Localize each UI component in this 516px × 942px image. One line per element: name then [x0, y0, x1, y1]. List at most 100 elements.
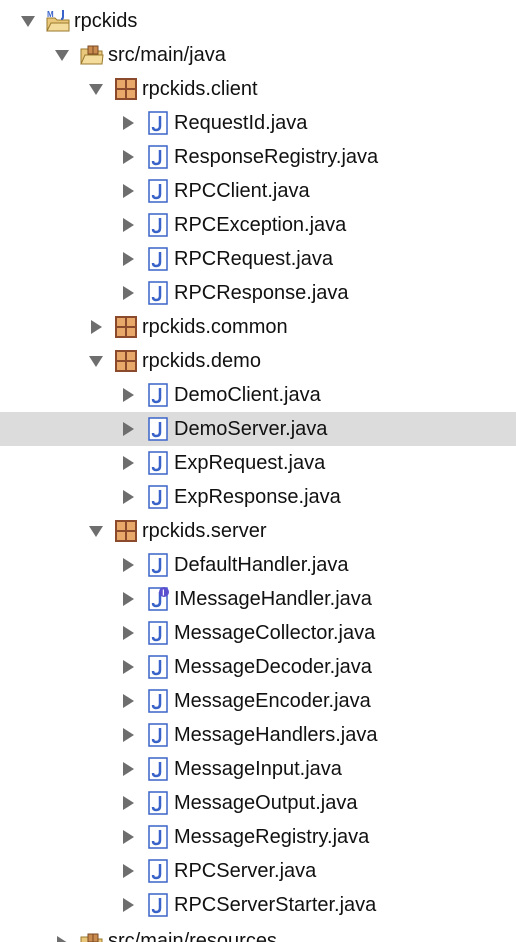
tree-item-java-file[interactable]: RequestId.java: [0, 106, 516, 140]
tree-item-java-file[interactable]: MessageEncoder.java: [0, 684, 516, 718]
java-file-label: RPCClient.java: [174, 180, 310, 202]
tree-item-source-folder-resources[interactable]: src/main/resources: [0, 922, 516, 942]
collapsed-arrow-icon[interactable]: [120, 489, 136, 505]
java-file-label: MessageRegistry.java: [174, 826, 370, 848]
source-folder-icon: [80, 45, 104, 65]
source-folder-label: src/main/java: [108, 44, 226, 66]
java-file-icon: [148, 893, 168, 917]
collapsed-arrow-icon[interactable]: [120, 387, 136, 403]
collapsed-arrow-icon[interactable]: [120, 421, 136, 437]
collapsed-arrow-icon[interactable]: [120, 727, 136, 743]
collapsed-arrow-icon[interactable]: [120, 455, 136, 471]
tree-item-java-file[interactable]: MessageHandlers.java: [0, 718, 516, 752]
java-file-icon: [148, 213, 168, 237]
tree-item-java-file[interactable]: RPCClient.java: [0, 174, 516, 208]
java-file-label: RPCResponse.java: [174, 282, 349, 304]
java-file-icon: [148, 791, 168, 815]
java-file-label: DefaultHandler.java: [174, 554, 349, 576]
tree-item-java-file[interactable]: MessageRegistry.java: [0, 820, 516, 854]
collapsed-arrow-icon[interactable]: [120, 149, 136, 165]
collapsed-arrow-icon[interactable]: [120, 795, 136, 811]
java-file-label: RPCRequest.java: [174, 248, 333, 270]
tree-item-java-file[interactable]: RPCException.java: [0, 208, 516, 242]
collapsed-arrow-icon[interactable]: [120, 115, 136, 131]
java-file-icon: [148, 247, 168, 271]
java-file-label: ExpResponse.java: [174, 486, 341, 508]
tree-item-source-folder[interactable]: src/main/java: [0, 38, 516, 72]
source-folder-label: src/main/resources: [108, 930, 277, 942]
collapsed-arrow-icon[interactable]: [120, 591, 136, 607]
java-file-label: DemoClient.java: [174, 384, 321, 406]
tree-item-java-file[interactable]: ExpRequest.java: [0, 446, 516, 480]
svg-text:M: M: [47, 10, 54, 19]
tree-item-package[interactable]: rpckids.demo: [0, 344, 516, 378]
collapsed-arrow-icon[interactable]: [120, 659, 136, 675]
package-label: rpckids.common: [142, 316, 288, 338]
tree-item-project[interactable]: Mrpckids: [0, 4, 516, 38]
java-file-icon: [148, 621, 168, 645]
collapsed-arrow-icon[interactable]: [120, 217, 136, 233]
java-file-label: ResponseRegistry.java: [174, 146, 379, 168]
java-file-label: RPCException.java: [174, 214, 347, 236]
collapsed-arrow-icon[interactable]: [120, 183, 136, 199]
tree-item-java-file[interactable]: I IMessageHandler.java: [0, 582, 516, 616]
tree-item-java-file[interactable]: RPCServer.java: [0, 854, 516, 888]
tree-item-java-file[interactable]: RPCServerStarter.java: [0, 888, 516, 922]
collapsed-arrow-icon[interactable]: [120, 625, 136, 641]
java-file-label: MessageInput.java: [174, 758, 342, 780]
tree-item-java-file[interactable]: MessageInput.java: [0, 752, 516, 786]
collapsed-arrow-icon[interactable]: [120, 863, 136, 879]
collapsed-arrow-icon[interactable]: [120, 829, 136, 845]
java-file-label: RequestId.java: [174, 112, 308, 134]
collapsed-arrow-icon[interactable]: [120, 693, 136, 709]
java-project-icon: M: [46, 10, 70, 32]
tree-item-java-file[interactable]: MessageOutput.java: [0, 786, 516, 820]
java-file-icon: [148, 485, 168, 509]
tree-item-package[interactable]: rpckids.server: [0, 514, 516, 548]
tree-item-java-file[interactable]: RPCRequest.java: [0, 242, 516, 276]
java-file-icon: [148, 417, 168, 441]
java-file-icon: [148, 825, 168, 849]
collapsed-arrow-icon[interactable]: [54, 935, 70, 942]
collapsed-arrow-icon[interactable]: [120, 251, 136, 267]
package-label: rpckids.server: [142, 520, 267, 542]
collapsed-arrow-icon[interactable]: [120, 897, 136, 913]
tree-item-package[interactable]: rpckids.client: [0, 72, 516, 106]
tree-item-java-file[interactable]: MessageDecoder.java: [0, 650, 516, 684]
java-file-icon: [148, 179, 168, 203]
expanded-arrow-icon[interactable]: [20, 13, 36, 29]
expanded-arrow-icon[interactable]: [54, 47, 70, 63]
java-file-icon: [148, 859, 168, 883]
package-label: rpckids.demo: [142, 350, 261, 372]
tree-item-java-file[interactable]: ExpResponse.java: [0, 480, 516, 514]
collapsed-arrow-icon[interactable]: [120, 557, 136, 573]
tree-item-java-file[interactable]: ResponseRegistry.java: [0, 140, 516, 174]
package-icon: [115, 350, 137, 372]
svg-text:I: I: [162, 589, 164, 598]
tree-item-java-file[interactable]: RPCResponse.java: [0, 276, 516, 310]
java-interface-file-icon: I: [148, 587, 169, 611]
java-file-icon: [148, 757, 168, 781]
tree-item-java-file-selected[interactable]: DemoServer.java: [0, 412, 516, 446]
tree-item-java-file[interactable]: MessageCollector.java: [0, 616, 516, 650]
expanded-arrow-icon[interactable]: [88, 81, 104, 97]
tree-item-package[interactable]: rpckids.common: [0, 310, 516, 344]
tree-item-java-file[interactable]: DemoClient.java: [0, 378, 516, 412]
java-file-icon: [148, 383, 168, 407]
expanded-arrow-icon[interactable]: [88, 523, 104, 539]
expanded-arrow-icon[interactable]: [88, 353, 104, 369]
package-icon: [115, 520, 137, 542]
package-icon: [115, 78, 137, 100]
collapsed-arrow-icon[interactable]: [120, 285, 136, 301]
collapsed-arrow-icon[interactable]: [88, 319, 104, 335]
package-label: rpckids.client: [142, 78, 258, 100]
project-label: rpckids: [74, 10, 138, 32]
java-file-icon: [148, 145, 168, 169]
tree-item-java-file[interactable]: DefaultHandler.java: [0, 548, 516, 582]
java-file-label: MessageDecoder.java: [174, 656, 372, 678]
java-file-label: RPCServer.java: [174, 860, 317, 882]
collapsed-arrow-icon[interactable]: [120, 761, 136, 777]
java-file-icon: [148, 111, 168, 135]
java-file-label: MessageOutput.java: [174, 792, 358, 814]
java-file-label: MessageHandlers.java: [174, 724, 378, 746]
